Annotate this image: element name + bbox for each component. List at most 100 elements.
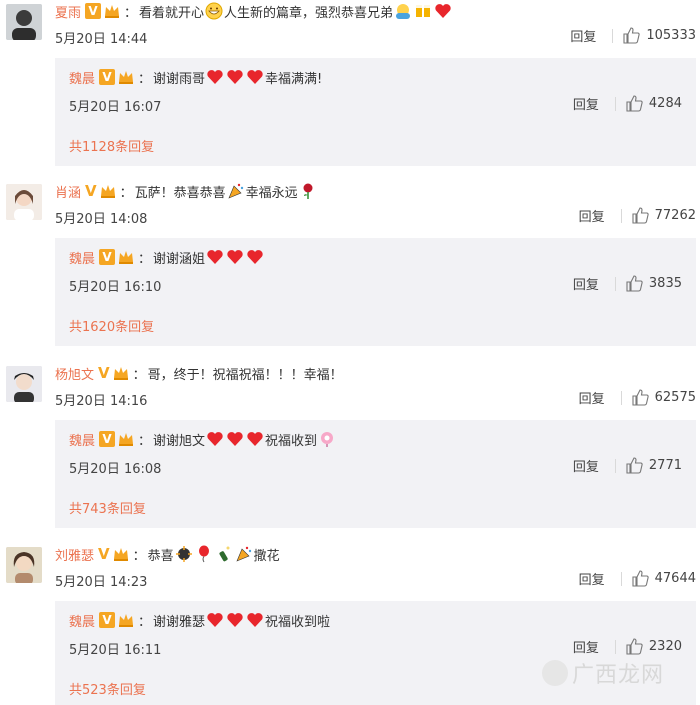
thumbs-up-icon[interactable]: [626, 638, 643, 655]
heart-emoji-icon: [227, 432, 243, 446]
avatar[interactable]: [6, 184, 42, 220]
reply-box: 魏晨 V ： 谢谢雅瑟 祝福收到啦 5月20日 16:11 回复 2320 共5…: [55, 601, 696, 705]
reply-line: 魏晨 V ： 谢谢涵姐: [69, 246, 265, 268]
watermark: 广西龙网: [541, 657, 664, 689]
avatar[interactable]: [6, 4, 42, 40]
thumbs-up-icon[interactable]: [626, 275, 643, 292]
username[interactable]: 刘雅瑟: [55, 545, 94, 564]
verified-badge-icon: V: [85, 3, 102, 19]
divider: [614, 96, 616, 111]
reply-button[interactable]: 回复: [579, 388, 605, 407]
watermark-logo-icon: [541, 660, 568, 686]
avatar[interactable]: [6, 547, 42, 583]
beer-emoji-icon: [416, 5, 431, 17]
heart-emoji-icon: [207, 70, 223, 84]
verified-badge-icon: V: [99, 431, 116, 447]
like-count: 47644: [654, 571, 696, 586]
reply-date: 5月20日 16:10: [69, 280, 162, 295]
crown-badge-icon: [113, 548, 128, 561]
username[interactable]: 肖涵: [55, 182, 81, 201]
reply-button[interactable]: 回复: [570, 26, 596, 45]
like-count: 62575: [654, 390, 696, 405]
crown-badge-icon: [113, 367, 128, 380]
like-count: 3835: [648, 276, 682, 291]
heart-emoji-icon: [247, 70, 263, 84]
crown-badge-icon: [119, 614, 134, 627]
reply-date: 5月20日 16:07: [69, 100, 162, 115]
username[interactable]: 魏晨: [69, 68, 95, 87]
comment-date: 5月20日 14:23: [55, 575, 148, 590]
avatar[interactable]: [6, 366, 42, 402]
reply-actions: 回复 2320: [573, 637, 682, 656]
party-popper-emoji-icon: [236, 546, 251, 562]
reply-box: 魏晨 V ： 谢谢旭文 祝福收到 5月20日 16:08 回复 2771 共74…: [55, 420, 696, 528]
heart-emoji-icon: [227, 250, 243, 264]
divider: [614, 276, 616, 291]
comment-actions: 回复 77262: [579, 206, 696, 225]
comment-text: 哥，终于！祝福祝福！！！幸福！: [147, 367, 343, 383]
username[interactable]: 魏晨: [69, 248, 95, 267]
reply-button[interactable]: 回复: [573, 456, 599, 475]
username[interactable]: 夏雨: [55, 2, 81, 21]
thumbs-up-icon[interactable]: [626, 95, 643, 112]
username[interactable]: 杨旭文: [55, 364, 94, 383]
username[interactable]: 魏晨: [69, 430, 95, 449]
comment-actions: 回复 47644: [579, 569, 696, 588]
reply-text: 祝福收到啦: [265, 614, 331, 630]
reply-button[interactable]: 回复: [573, 637, 599, 656]
more-replies-link[interactable]: 共743条回复: [69, 498, 146, 517]
reply-button[interactable]: 回复: [579, 569, 605, 588]
divider: [614, 639, 616, 654]
reply-box: 魏晨 V ： 谢谢雨哥 幸福满满! 5月20日 16:07 回复 4284 共1…: [55, 58, 696, 166]
reply-actions: 回复 2771: [573, 456, 682, 475]
thumbs-up-icon[interactable]: [626, 457, 643, 474]
thumbs-up-icon[interactable]: [632, 389, 649, 406]
grin-emoji-icon: [205, 2, 223, 20]
thumbs-up-icon[interactable]: [632, 207, 649, 224]
comment-line: 杨旭文 V ： 哥，终于！祝福祝福！！！幸福！: [55, 364, 343, 383]
heart-emoji-icon: [227, 613, 243, 627]
thumbs-up-icon[interactable]: [623, 27, 641, 44]
comment-line: 夏雨 V ： 看着就开心 人生新的篇章，强烈恭喜兄弟: [55, 0, 453, 22]
verified-badge-icon: V: [99, 69, 116, 85]
divider: [612, 28, 614, 43]
reply-button[interactable]: 回复: [573, 274, 599, 293]
more-replies-link[interactable]: 共1128条回复: [69, 136, 154, 155]
verified-badge-icon: V: [98, 545, 110, 563]
reply-line: 魏晨 V ： 谢谢雅瑟 祝福收到啦: [69, 609, 330, 631]
more-replies-link[interactable]: 共523条回复: [69, 679, 146, 698]
divider: [620, 208, 622, 223]
more-replies-link[interactable]: 共1620条回复: [69, 316, 154, 335]
heart-emoji-icon: [207, 432, 223, 446]
heart-emoji-icon: [207, 250, 223, 264]
like-count: 4284: [648, 96, 682, 111]
reply-text: 谢谢涵姐: [153, 251, 206, 267]
reply-box: 魏晨 V ： 谢谢涵姐 5月20日 16:10 回复 3835 共1620条回复: [55, 238, 696, 346]
divider: [620, 390, 622, 405]
heart-emoji-icon: [207, 613, 223, 627]
comment-line: 肖涵 V ： 瓦萨！恭喜恭喜 幸福永远: [55, 180, 318, 202]
comment-actions: 回复 62575: [579, 388, 696, 407]
verified-badge-icon: V: [85, 182, 97, 200]
username[interactable]: 魏晨: [69, 611, 95, 630]
reply-actions: 回复 4284: [573, 94, 682, 113]
crown-badge-icon: [119, 71, 134, 84]
reply-date: 5月20日 16:11: [69, 643, 162, 658]
verified-badge-icon: V: [99, 249, 116, 265]
reply-text: 祝福收到: [265, 433, 318, 449]
heart-emoji-icon: [227, 70, 243, 84]
reply-line: 魏晨 V ： 谢谢旭文 祝福收到: [69, 428, 337, 450]
like-count: 2771: [648, 458, 682, 473]
verified-badge-icon: V: [99, 612, 116, 628]
reply-button[interactable]: 回复: [573, 94, 599, 113]
reply-button[interactable]: 回复: [579, 206, 605, 225]
comment-actions: 回复 105333: [570, 26, 696, 45]
reply-line: 魏晨 V ： 谢谢雨哥 幸福满满!: [69, 66, 322, 88]
thumbs-up-icon[interactable]: [632, 570, 649, 587]
champagne-emoji-icon: [219, 546, 230, 562]
comment-text: 幸福永远: [245, 185, 298, 201]
comment-date: 5月20日 14:16: [55, 394, 148, 409]
reply-text: 谢谢雅瑟: [153, 614, 206, 630]
crown-badge-icon: [119, 251, 134, 264]
balloon-emoji-icon: [198, 545, 209, 563]
